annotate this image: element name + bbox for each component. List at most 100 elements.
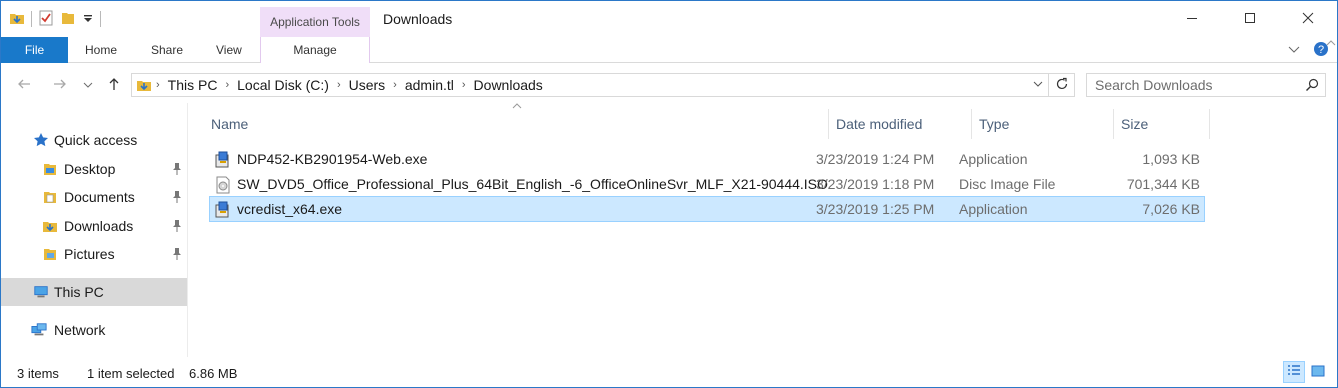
pin-icon[interactable] (171, 247, 183, 264)
selection-count: 1 item selected (87, 366, 175, 381)
minimize-button[interactable] (1163, 1, 1221, 37)
item-count: 3 items (17, 366, 59, 381)
explorer-window: Application Tools Downloads File Home Sh… (0, 0, 1338, 388)
column-header-name[interactable]: Name (205, 109, 829, 139)
sidebar-item-downloads[interactable]: Downloads (1, 212, 187, 240)
sidebar-item-label: Documents (64, 189, 135, 205)
back-button[interactable] (15, 76, 33, 94)
title-bar: Application Tools Downloads (1, 1, 1337, 37)
table-row[interactable]: vcredist_x64.exe 3/23/2019 1:25 PM Appli… (209, 196, 1205, 222)
sidebar-item-label: Downloads (64, 218, 134, 234)
sidebar-item-label: Desktop (64, 161, 116, 177)
properties-icon[interactable] (38, 10, 54, 29)
disc-image-icon (214, 176, 232, 194)
search-input[interactable] (1087, 77, 1292, 93)
view-switcher (1283, 361, 1329, 383)
up-button[interactable] (105, 76, 123, 94)
breadcrumb-this-pc[interactable]: This PC (164, 77, 222, 93)
address-dropdown-icon[interactable] (1032, 78, 1044, 93)
minimize-icon (1186, 12, 1198, 27)
breadcrumb-chevron-icon[interactable]: › (333, 79, 345, 91)
maximize-button[interactable] (1221, 1, 1279, 37)
file-size: 701,344 KB (1126, 176, 1200, 192)
breadcrumb-users[interactable]: Users (345, 77, 390, 93)
tab-share[interactable]: Share (151, 37, 183, 63)
scroll-up-icon[interactable] (1325, 37, 1337, 52)
file-list: Name Date modified Type Size NDP452-KB29… (189, 103, 1325, 357)
pin-icon[interactable] (171, 162, 183, 179)
svg-text:?: ? (1318, 44, 1324, 56)
file-name: vcredist_x64.exe (237, 201, 343, 217)
breadcrumb-chevron-icon[interactable]: › (152, 79, 164, 91)
details-view-icon (1287, 364, 1301, 381)
column-header-date-modified[interactable]: Date modified (830, 109, 972, 139)
search-icon[interactable] (1305, 78, 1319, 95)
installer-exe-icon (214, 201, 232, 219)
chevron-down-icon (83, 78, 93, 93)
large-icons-view-button[interactable] (1307, 361, 1329, 383)
file-type: Application (959, 201, 1028, 217)
status-bar: 3 items 1 item selected 6.86 MB (1, 357, 1337, 387)
sidebar-item-label: Quick access (54, 132, 138, 148)
column-header-type[interactable]: Type (973, 109, 1114, 139)
selection-size: 6.86 MB (189, 366, 238, 381)
new-folder-icon[interactable] (60, 10, 76, 29)
expand-ribbon-icon[interactable] (1287, 42, 1301, 59)
sidebar-item-this-pc[interactable]: This PC (1, 278, 187, 306)
ribbon-tabs: File Home Share View Manage ? (1, 37, 1337, 63)
breadcrumb-downloads[interactable]: Downloads (470, 77, 547, 93)
tab-view[interactable]: View (216, 37, 242, 63)
network-icon (31, 322, 47, 338)
refresh-icon (1055, 77, 1069, 94)
downloads-folder-icon (42, 218, 58, 234)
file-date: 3/23/2019 1:18 PM (816, 176, 935, 192)
breadcrumb-chevron-icon[interactable]: › (389, 79, 401, 91)
forward-arrow-icon (52, 76, 68, 95)
back-arrow-icon (16, 76, 32, 95)
sidebar-item-documents[interactable]: Documents (1, 183, 187, 211)
search-box[interactable] (1086, 73, 1326, 97)
qat-dropdown-icon[interactable] (82, 10, 94, 29)
forward-button[interactable] (51, 76, 69, 94)
pin-icon[interactable] (171, 190, 183, 207)
tab-manage[interactable]: Manage (260, 37, 370, 63)
tab-home[interactable]: Home (85, 37, 117, 63)
large-icons-view-icon (1311, 364, 1325, 381)
details-view-button[interactable] (1283, 361, 1305, 383)
recent-locations-button[interactable] (79, 76, 97, 94)
vertical-scrollbar[interactable] (1325, 37, 1337, 357)
file-type: Application (959, 151, 1028, 167)
table-row[interactable]: NDP452-KB2901954-Web.exe 3/23/2019 1:24 … (209, 146, 1205, 172)
qat-divider (31, 11, 32, 27)
sidebar-item-label: Pictures (64, 246, 115, 262)
close-button[interactable] (1279, 1, 1337, 37)
installer-exe-icon (214, 151, 232, 169)
file-date: 3/23/2019 1:25 PM (816, 201, 935, 217)
downloads-folder-icon (132, 77, 152, 93)
quick-access-toolbar (9, 9, 101, 29)
documents-folder-icon (42, 189, 58, 205)
star-icon (33, 132, 49, 148)
sidebar-item-desktop[interactable]: Desktop (1, 155, 187, 183)
breadcrumb-local-disk[interactable]: Local Disk (C:) (233, 77, 333, 93)
maximize-icon (1244, 12, 1256, 27)
breadcrumb-chevron-icon[interactable]: › (221, 79, 233, 91)
column-header-size[interactable]: Size (1115, 109, 1210, 139)
sidebar-item-network[interactable]: Network (1, 316, 187, 344)
window-title: Downloads (383, 11, 453, 27)
breadcrumb-admin[interactable]: admin.tl (401, 77, 458, 93)
folder-down-icon[interactable] (9, 10, 25, 29)
file-size: 7,026 KB (1142, 201, 1200, 217)
sidebar-item-label: Network (54, 322, 106, 338)
table-row[interactable]: SW_DVD5_Office_Professional_Plus_64Bit_E… (209, 171, 1205, 197)
refresh-button[interactable] (1049, 73, 1075, 97)
file-name: NDP452-KB2901954-Web.exe (237, 151, 428, 167)
pin-icon[interactable] (171, 219, 183, 236)
ribbon-controls: ? (1287, 41, 1329, 60)
tab-file[interactable]: File (1, 37, 68, 63)
address-bar[interactable]: › This PC › Local Disk (C:) › Users › ad… (131, 73, 1049, 97)
sidebar-item-quick-access[interactable]: Quick access (1, 126, 187, 154)
application-tools-group: Application Tools (260, 7, 370, 37)
sidebar-item-pictures[interactable]: Pictures (1, 240, 187, 268)
breadcrumb-chevron-icon[interactable]: › (458, 79, 470, 91)
